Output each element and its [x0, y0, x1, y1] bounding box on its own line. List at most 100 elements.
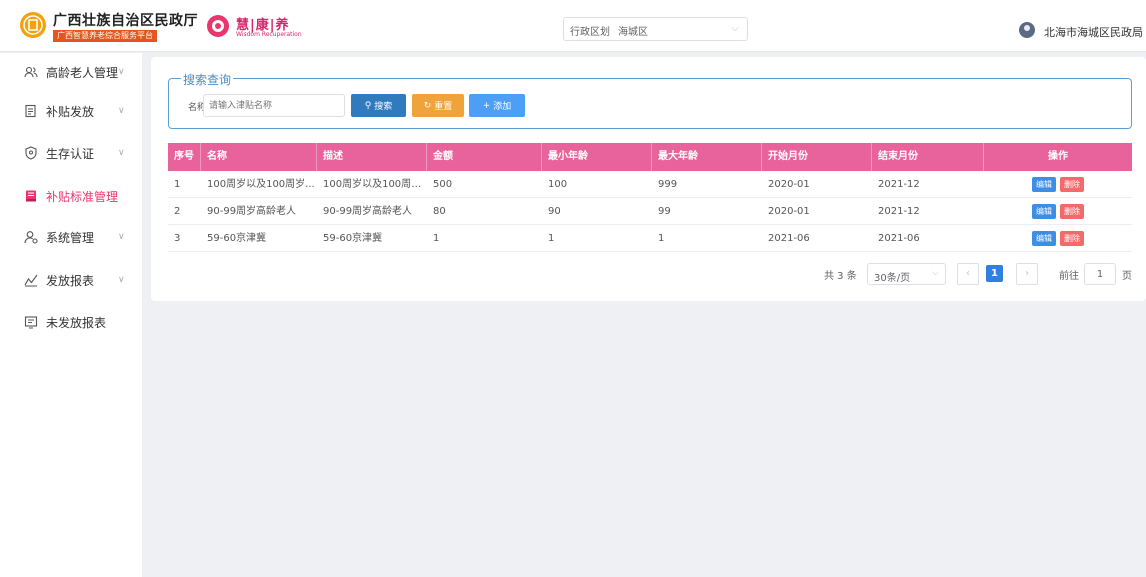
- org-name: 广西壮族自治区民政厅: [53, 13, 198, 29]
- table-cell: 1: [548, 233, 555, 244]
- column-header: 开始月份: [762, 143, 872, 171]
- sidebar-item-label: 补贴发放: [46, 104, 95, 119]
- search-legend: 搜索查询: [181, 71, 234, 88]
- table-cell: 100: [548, 179, 568, 190]
- delete-button[interactable]: 删除: [1060, 231, 1084, 246]
- table-cell: 2021-12: [878, 206, 920, 217]
- sidebar-item-label: 未发放报表: [46, 315, 107, 330]
- table-cell: 2020-01: [768, 179, 810, 190]
- org-logo-icon: [20, 12, 46, 38]
- delete-button[interactable]: 删除: [1060, 204, 1084, 219]
- table-cell: 1: [658, 233, 665, 244]
- search-button[interactable]: ⚲ 搜索: [351, 94, 406, 117]
- table-cell: 500: [433, 179, 453, 190]
- table-cell: 1: [433, 233, 440, 244]
- name-input[interactable]: [203, 94, 345, 117]
- chevron-down-icon: ⌵: [731, 23, 739, 34]
- page-size-select[interactable]: 30条/页 ⌵: [867, 263, 946, 285]
- region-value: 海城区: [618, 27, 648, 38]
- book-icon: [24, 189, 38, 203]
- table-cell: 999: [658, 179, 678, 190]
- row-actions: 编辑 删除: [984, 171, 1132, 198]
- search-icon: ⚲: [364, 100, 372, 111]
- table-header: 序号 名称 描述 金额 最小年龄 最大年龄 开始月份 结束月份 操作: [168, 143, 1132, 171]
- region-select[interactable]: 行政区划 海城区 ⌵: [563, 17, 748, 41]
- table-cell: 3: [174, 233, 181, 244]
- chevron-down-icon: ∨: [118, 148, 125, 158]
- sidebar-item-unpaid-report[interactable]: 未发放报表: [0, 308, 142, 336]
- row-actions: 编辑 删除: [984, 225, 1132, 252]
- user-name[interactable]: 北海市海城区民政局: [1044, 24, 1143, 40]
- region-label: 行政区划: [570, 27, 610, 38]
- table-cell: 90-99周岁高龄老人: [207, 206, 297, 217]
- refresh-icon: ↻: [423, 100, 432, 111]
- sidebar-item-label: 高龄老人管理: [46, 65, 119, 80]
- sidebar: 高龄老人管理 ∨ 补贴发放 ∨ 生存认证 ∨ 补贴标准管理 系统管理 ∨ 发放报…: [0, 53, 142, 577]
- sidebar-item-subsidy-payment[interactable]: 补贴发放 ∨: [0, 97, 142, 125]
- org-subtitle: 广西智慧养老综合服务平台: [53, 30, 157, 42]
- sidebar-item-label: 生存认证: [46, 146, 95, 161]
- add-button[interactable]: + 添加: [469, 94, 525, 117]
- chevron-down-icon: ∨: [118, 67, 125, 77]
- plus-icon: +: [482, 100, 491, 111]
- user-settings-icon: [24, 230, 38, 244]
- column-header: 序号: [168, 143, 201, 171]
- chevron-down-icon: ⌵: [932, 268, 939, 278]
- users-icon: [24, 65, 38, 79]
- table-cell: 2021-06: [768, 233, 810, 244]
- column-header: 结束月份: [872, 143, 984, 171]
- partner-english-name: Wisdom Recuperation: [236, 31, 302, 38]
- table-cell: 2020-01: [768, 206, 810, 217]
- avatar[interactable]: [1019, 22, 1035, 38]
- row-actions: 编辑 删除: [984, 198, 1132, 225]
- pagination: 共 3 条 30条/页 ⌵ ‹ 1 › 前往 页: [0, 263, 1146, 285]
- table-row: 3 59-60京津冀 59-60京津冀 1 1 1 2021-06 2021-0…: [168, 225, 1132, 252]
- delete-button[interactable]: 删除: [1060, 177, 1084, 192]
- next-page-button[interactable]: ›: [1016, 263, 1038, 285]
- partner-logo-icon: [207, 15, 229, 37]
- goto-label: 前往: [1059, 271, 1079, 282]
- column-header: 金额: [427, 143, 542, 171]
- column-header: 操作: [1048, 151, 1068, 162]
- table-cell: 90-99周岁高龄老人: [323, 206, 413, 217]
- table-cell: 2: [174, 206, 181, 217]
- document-icon: [24, 104, 38, 118]
- table-cell: 2021-06: [878, 233, 920, 244]
- edit-button[interactable]: 编辑: [1032, 231, 1056, 246]
- sidebar-item-system-management[interactable]: 系统管理 ∨: [0, 223, 142, 251]
- table-cell: 2021-12: [878, 179, 920, 190]
- sidebar-item-label: 补贴标准管理: [46, 189, 119, 204]
- sidebar-item-survival-auth[interactable]: 生存认证 ∨: [0, 139, 142, 167]
- table-cell: 1: [174, 179, 181, 190]
- table-cell: 59-60京津冀: [323, 233, 383, 244]
- chevron-down-icon: ∨: [118, 106, 125, 116]
- pagination-total: 共 3 条: [824, 271, 857, 282]
- report-icon: [24, 315, 38, 329]
- reset-button[interactable]: ↻ 重置: [412, 94, 464, 117]
- prev-page-button[interactable]: ‹: [957, 263, 979, 285]
- column-header: 名称: [201, 143, 317, 171]
- chevron-left-icon: ‹: [966, 268, 970, 279]
- page-suffix: 页: [1122, 271, 1132, 282]
- sidebar-item-elderly-management[interactable]: 高龄老人管理 ∨: [0, 58, 142, 86]
- table-cell: 90: [548, 206, 561, 217]
- edit-button[interactable]: 编辑: [1032, 177, 1056, 192]
- top-header: 广西壮族自治区民政厅 广西智慧养老综合服务平台 慧|康|养 Wisdom Rec…: [0, 0, 1146, 52]
- column-header: 最小年龄: [542, 143, 652, 171]
- sidebar-item-subsidy-standard[interactable]: 补贴标准管理: [0, 182, 142, 210]
- table-cell: 59-60京津冀: [207, 233, 267, 244]
- search-panel: 搜索查询 名称 ⚲ 搜索 ↻ 重置 + 添加: [168, 71, 1132, 129]
- table-row: 2 90-99周岁高龄老人 90-99周岁高龄老人 80 90 99 2020-…: [168, 198, 1132, 225]
- column-header: 最大年龄: [652, 143, 762, 171]
- table-cell: 100周岁以及100周岁...: [207, 179, 315, 190]
- table-row: 1 100周岁以及100周岁... 100周岁以及100周岁... 500 10…: [168, 171, 1132, 198]
- edit-button[interactable]: 编辑: [1032, 204, 1056, 219]
- table-cell: 80: [433, 206, 446, 217]
- column-header: 描述: [317, 143, 427, 171]
- table-cell: 99: [658, 206, 671, 217]
- chevron-right-icon: ›: [1025, 268, 1029, 279]
- table-cell: 100周岁以及100周岁...: [323, 179, 427, 190]
- goto-page-input[interactable]: [1084, 263, 1116, 285]
- page-number-current[interactable]: 1: [986, 265, 1003, 282]
- shield-icon: [24, 146, 38, 160]
